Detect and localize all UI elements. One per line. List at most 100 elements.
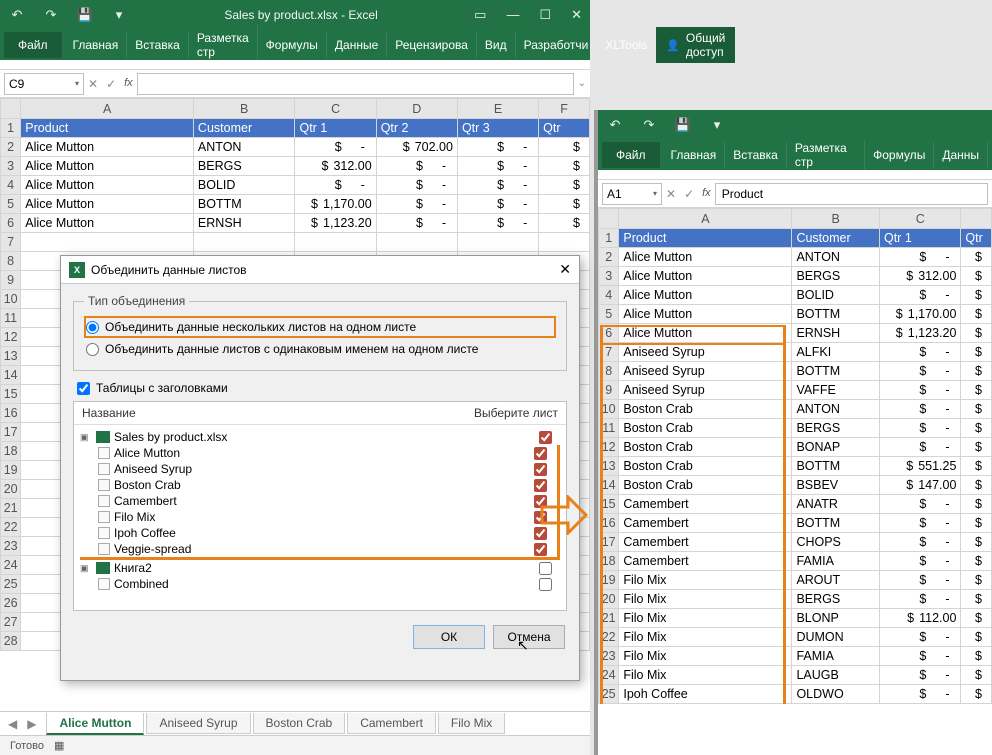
tab-data[interactable]: Данные bbox=[327, 32, 387, 58]
name-box[interactable]: A1 bbox=[602, 183, 662, 205]
tree-sheet[interactable]: Combined bbox=[80, 576, 560, 592]
tree-checkbox[interactable] bbox=[534, 479, 547, 492]
sheet-tab[interactable]: Filo Mix bbox=[438, 713, 505, 734]
sheet-tab[interactable]: Aniseed Syrup bbox=[146, 713, 250, 734]
macro-record-icon[interactable]: ▦ bbox=[54, 739, 64, 752]
tree-sheet[interactable]: Veggie-spread bbox=[80, 541, 555, 557]
fx-cancel-icon[interactable]: ✕ bbox=[88, 77, 98, 91]
tab-formulas[interactable]: Формулы bbox=[258, 32, 327, 58]
tab-review[interactable]: Рецензирова bbox=[387, 32, 477, 58]
tree-checkbox[interactable] bbox=[534, 447, 547, 460]
fx-accept-icon[interactable]: ✓ bbox=[106, 77, 116, 91]
fx-icon[interactable]: fx bbox=[702, 187, 711, 201]
sheet-nav-next-icon[interactable]: ▶ bbox=[27, 717, 36, 731]
fx-icon[interactable]: fx bbox=[124, 77, 133, 91]
tab-file[interactable]: Файл bbox=[4, 32, 63, 58]
tab-file[interactable]: Файл bbox=[602, 142, 661, 168]
qat-undo-icon[interactable]: ↶ bbox=[606, 117, 624, 133]
radio-combine-multiple[interactable]: Объединить данные нескольких листов на о… bbox=[84, 316, 556, 338]
tab-insert[interactable]: Вставка bbox=[725, 142, 787, 168]
cancel-button[interactable]: Отмена bbox=[493, 625, 565, 649]
headers-checkbox[interactable] bbox=[77, 382, 90, 395]
col-header[interactable] bbox=[961, 209, 992, 229]
titlebar: ↶ ↷ 💾 ▾ Sales by product.xlsx - Excel ▭ … bbox=[0, 0, 590, 30]
tab-xltools[interactable]: XLTools bbox=[597, 32, 656, 58]
close-icon[interactable]: ✕ bbox=[571, 7, 582, 23]
sheet-icon bbox=[98, 463, 110, 475]
tree-workbook[interactable]: ▣Книга2 bbox=[80, 560, 560, 576]
qat-save-icon[interactable]: 💾 bbox=[674, 117, 692, 133]
sheet-nav-prev-icon[interactable]: ◀ bbox=[8, 717, 17, 731]
col-header[interactable]: B bbox=[792, 209, 880, 229]
tree-checkbox[interactable] bbox=[534, 543, 547, 556]
tab-insert[interactable]: Вставка bbox=[127, 32, 189, 58]
col-header[interactable]: D bbox=[376, 99, 457, 119]
fx-accept-icon[interactable]: ✓ bbox=[684, 187, 694, 201]
col-header[interactable]: F bbox=[539, 99, 590, 119]
minimize-icon[interactable]: — bbox=[506, 7, 519, 23]
tree-checkbox[interactable] bbox=[539, 562, 552, 575]
qat-dropdown-icon[interactable]: ▾ bbox=[708, 117, 726, 133]
formula-bar: C9 ✕ ✓ fx ⌄ bbox=[0, 70, 590, 98]
qat-undo-icon[interactable]: ↶ bbox=[8, 7, 26, 23]
dialog-title: Объединить данные листов bbox=[91, 263, 247, 277]
sheet-tab[interactable]: Camembert bbox=[347, 713, 436, 734]
radio-combine-samename[interactable]: Объединить данные листов с одинаковым им… bbox=[84, 338, 556, 360]
radio-input-2[interactable] bbox=[86, 343, 99, 356]
formula-input[interactable]: Product bbox=[715, 183, 988, 205]
tree-sheet[interactable]: Ipoh Coffee bbox=[80, 525, 555, 541]
col-header[interactable]: C bbox=[295, 99, 376, 119]
tab-home[interactable]: Главная bbox=[663, 142, 726, 168]
tree-sheet[interactable]: Alice Mutton bbox=[80, 445, 555, 461]
excel-window-right: ↶ ↷ 💾 ▾ Файл Главная Вставка Разметка ст… bbox=[594, 110, 992, 755]
tab-data[interactable]: Данны bbox=[934, 142, 988, 168]
sheet-icon bbox=[98, 543, 110, 555]
col-header[interactable]: B bbox=[193, 99, 295, 119]
statusbar: Готово ▦ bbox=[0, 735, 590, 755]
worksheet-right[interactable]: ABC1ProductCustomerQtr 1Qtr2Alice Mutton… bbox=[598, 208, 992, 704]
sheet-icon bbox=[98, 578, 110, 590]
tree-sheet[interactable]: Boston Crab bbox=[80, 477, 555, 493]
tab-layout[interactable]: Разметка стр bbox=[787, 140, 865, 170]
share-button[interactable]: Общий доступ bbox=[656, 27, 735, 63]
radio-input-1[interactable] bbox=[86, 321, 99, 334]
combine-sheets-dialog: X Объединить данные листов ✕ Тип объедин… bbox=[60, 255, 580, 681]
col-header[interactable]: A bbox=[21, 99, 194, 119]
tab-view[interactable]: Вид bbox=[477, 32, 516, 58]
dialog-close-icon[interactable]: ✕ bbox=[559, 261, 571, 278]
combine-type-fieldset: Тип объединения Объединить данные нескол… bbox=[73, 294, 567, 371]
tab-home[interactable]: Главная bbox=[65, 32, 128, 58]
sheet-tab[interactable]: Alice Mutton bbox=[46, 713, 144, 735]
cursor-icon: ↖ bbox=[517, 637, 529, 654]
tree-sheet[interactable]: Filo Mix bbox=[80, 509, 555, 525]
formula-input[interactable] bbox=[137, 73, 574, 95]
tab-layout[interactable]: Разметка стр bbox=[189, 25, 258, 65]
qat-redo-icon[interactable]: ↷ bbox=[640, 117, 658, 133]
col-header[interactable]: A bbox=[619, 209, 792, 229]
maximize-icon[interactable]: ☐ bbox=[539, 7, 551, 23]
formula-bar-right: A1 ✕ ✓ fx Product bbox=[598, 180, 992, 208]
name-box[interactable]: C9 bbox=[4, 73, 84, 95]
tree-checkbox[interactable] bbox=[534, 463, 547, 476]
col-header[interactable]: C bbox=[879, 209, 960, 229]
tree-sheet[interactable]: Camembert bbox=[80, 493, 555, 509]
tree-checkbox[interactable] bbox=[539, 578, 552, 591]
ok-button[interactable]: ОК bbox=[413, 625, 485, 649]
ribbon-tabs-right: Файл Главная Вставка Разметка стр Формул… bbox=[598, 140, 992, 170]
qat-redo-icon[interactable]: ↷ bbox=[42, 7, 60, 23]
qat-save-icon[interactable]: 💾 bbox=[76, 7, 94, 23]
titlebar-right: ↶ ↷ 💾 ▾ bbox=[598, 110, 992, 140]
ribbon-collapse-icon[interactable]: ▭ bbox=[474, 7, 486, 23]
qat-dropdown-icon[interactable]: ▾ bbox=[110, 7, 128, 23]
tab-developer[interactable]: Разработчи bbox=[516, 32, 598, 58]
fx-cancel-icon[interactable]: ✕ bbox=[666, 187, 676, 201]
sheet-tab[interactable]: Boston Crab bbox=[253, 713, 346, 734]
tree-sheet[interactable]: Aniseed Syrup bbox=[80, 461, 555, 477]
fx-expand-icon[interactable]: ⌄ bbox=[578, 78, 586, 89]
headers-checkbox-row[interactable]: Таблицы с заголовками bbox=[77, 381, 563, 395]
tree-workbook[interactable]: ▣Sales by product.xlsx bbox=[80, 429, 560, 445]
tree-checkbox[interactable] bbox=[539, 431, 552, 444]
col-header[interactable]: E bbox=[457, 99, 538, 119]
tab-formulas[interactable]: Формулы bbox=[865, 142, 934, 168]
dialog-titlebar[interactable]: X Объединить данные листов ✕ bbox=[61, 256, 579, 284]
